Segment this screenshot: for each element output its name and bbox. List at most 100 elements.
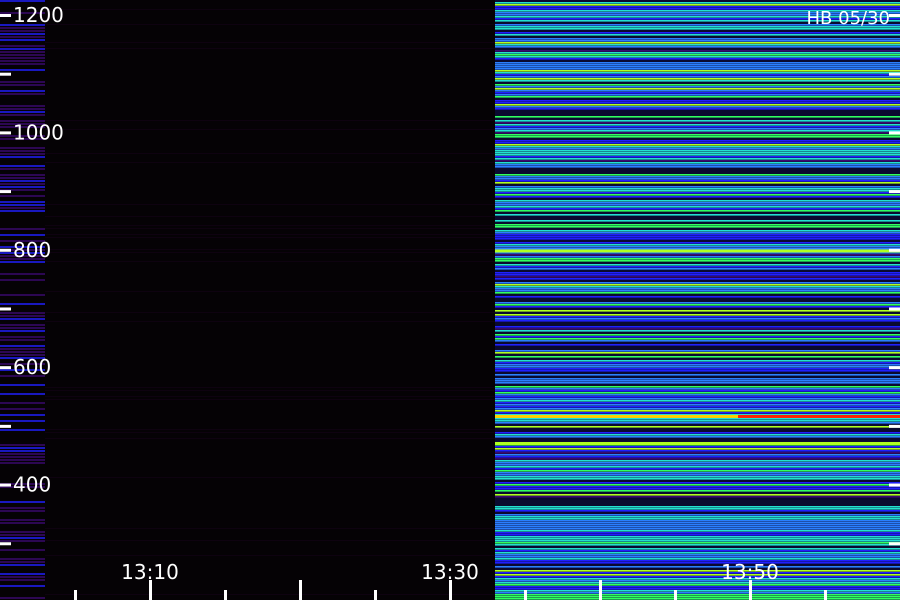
spectral-line [45,312,495,313]
y-minor-tick [0,424,11,428]
spectral-line [495,282,900,284]
spectral-line [0,522,45,524]
spectral-line [495,62,900,64]
spectral-line [495,234,900,236]
strong-feature-line [495,249,900,253]
spectral-line [0,501,45,503]
spectral-line [495,180,900,182]
spectral-line [495,458,900,460]
spectral-line [495,552,900,554]
spectral-line [0,81,45,83]
spectral-line [495,106,900,108]
spectral-line [495,136,900,138]
spectral-line [0,201,45,203]
spectral-line [495,32,900,34]
spectral-line [495,516,900,518]
spectral-line [495,452,900,454]
spectral-line [495,164,900,166]
spectral-line [495,598,900,600]
spectral-line [495,488,900,490]
spectral-line [0,507,45,509]
spectral-line [495,134,900,136]
spectral-line [0,345,45,347]
spectral-line [495,340,900,342]
spectral-line [495,44,900,46]
y-major-tick [0,483,11,487]
spectral-line [0,303,45,305]
spectral-line [0,39,45,41]
spectral-line [45,399,495,400]
spectral-line [495,130,900,132]
spectral-line [495,362,900,364]
spectral-line [495,236,900,238]
spectral-line [495,520,900,522]
spectral-line [0,393,45,395]
spectral-line [45,429,495,430]
spectral-line [495,194,900,196]
spectral-line [45,9,495,10]
spectral-line [495,524,900,526]
spectral-line [495,506,900,508]
spectral-line [495,538,900,540]
spectral-line [0,327,45,329]
y-minor-tick [0,72,11,76]
spectral-line [495,266,900,268]
spectral-line [495,446,900,448]
spectral-line [495,420,900,422]
spectral-line [495,268,900,270]
spectral-line [495,542,900,544]
spectral-line [45,390,495,391]
spectral-line [495,318,900,320]
spectral-line [495,432,900,434]
spectral-line [0,537,45,539]
spectral-line [495,536,900,538]
spectral-line [0,180,45,182]
spectral-line [45,540,495,541]
strong-feature-line [495,441,900,445]
spectral-line [0,156,45,158]
spectral-line [0,279,45,281]
y-major-tick [889,14,900,17]
x-minor-tick [524,590,527,600]
spectral-line [495,540,900,542]
spectral-line [0,183,45,185]
spectral-line [0,351,45,353]
spectral-line [0,93,45,95]
spectral-line [495,566,900,568]
spectral-line [495,84,900,86]
spectral-line [495,490,900,492]
spectral-line [495,390,900,392]
spectral-line [45,237,495,238]
spectral-line [495,320,900,322]
spectral-line [495,574,900,576]
spectral-line [495,394,900,396]
spectral-line [0,540,45,542]
spectral-line [495,388,900,390]
spectral-line [495,286,900,288]
spectral-line [0,84,45,86]
spectral-line [495,152,900,154]
spectral-line [0,315,45,317]
spectral-line [495,210,900,212]
spectral-line [0,519,45,521]
spectral-line [0,402,45,404]
spectral-line [495,402,900,404]
spectral-line [495,526,900,528]
spectral-line [0,90,45,92]
spectral-line [495,510,900,512]
spectral-line [0,234,45,236]
spectral-line [495,192,900,194]
spectral-line [0,450,45,452]
spectral-line [495,290,900,292]
spectral-line [495,66,900,68]
spectral-line [0,36,45,38]
spectral-line [0,207,45,209]
spectral-line [495,52,900,54]
spectral-line [495,88,900,90]
spectral-line [0,30,45,32]
spectral-line [0,63,45,65]
spectral-line [0,453,45,455]
spectral-line [495,260,900,262]
y-minor-tick [0,307,11,311]
spectral-line [495,356,900,358]
